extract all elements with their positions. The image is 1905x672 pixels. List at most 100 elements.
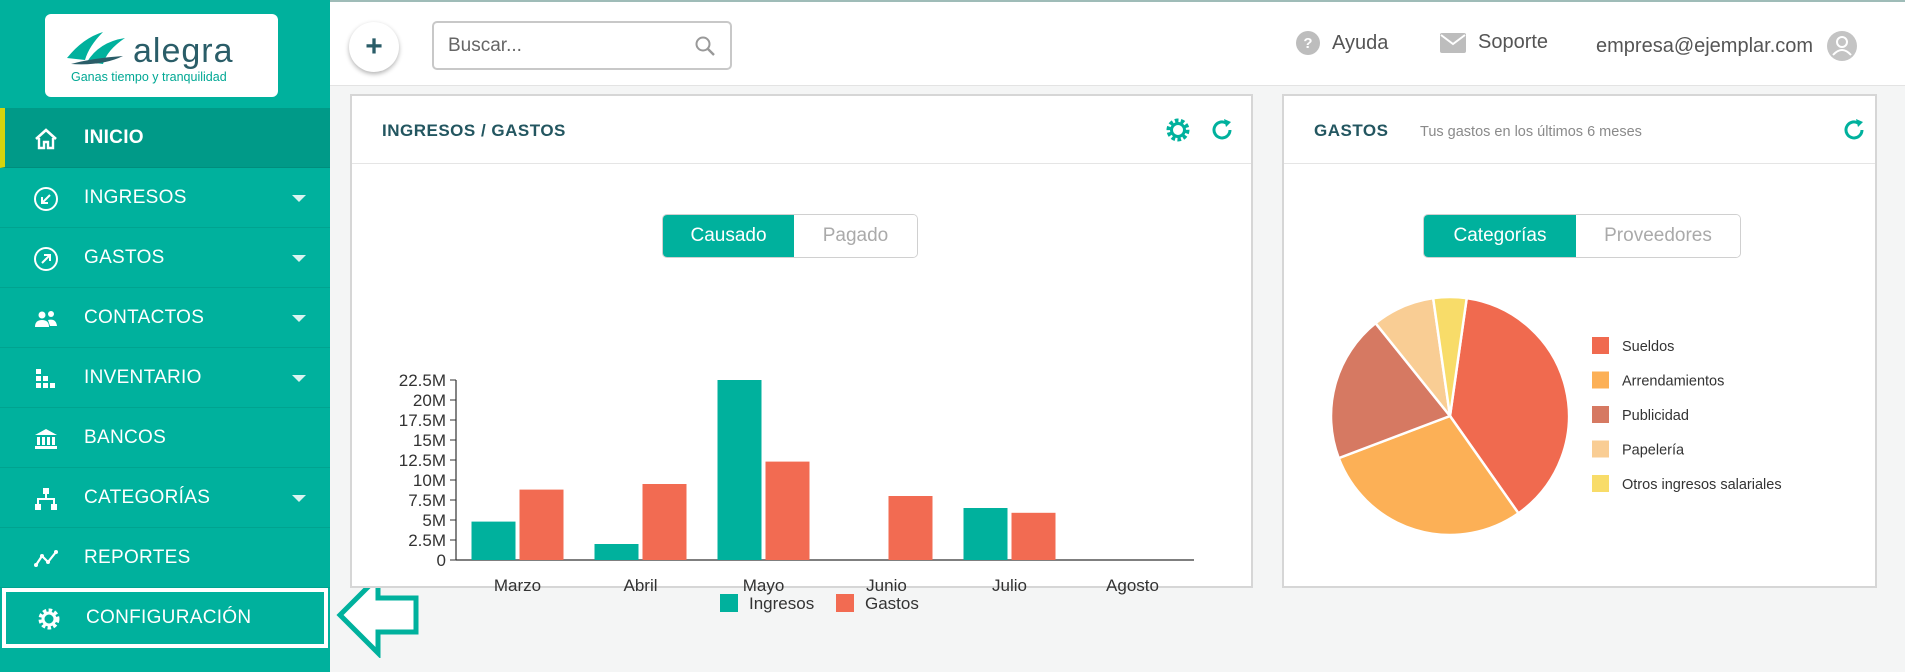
y-tick-label: 0 <box>437 551 446 570</box>
chevron-down-icon[interactable] <box>292 255 306 262</box>
chevron-down-icon[interactable] <box>292 315 306 322</box>
y-tick-label: 15M <box>413 431 446 450</box>
legend-swatch <box>1592 475 1609 492</box>
y-tick-label: 7.5M <box>408 491 446 510</box>
pie-legend-item[interactable]: Sueldos <box>1592 337 1674 355</box>
sidebar-item-configuracion[interactable]: CONFIGURACIÓN <box>2 588 328 648</box>
sidebar-item-label: CONTACTOS <box>84 306 205 328</box>
legend-swatch <box>836 594 854 612</box>
brand-logo[interactable]: alegra Ganas tiempo y tranquilidad <box>45 14 278 97</box>
x-tick-label: Junio <box>866 576 907 595</box>
legend-label: Publicidad <box>1622 408 1689 424</box>
y-tick-label: 5M <box>422 511 446 530</box>
gear-icon[interactable] <box>1165 117 1191 148</box>
sidebar-item-ingresos[interactable]: INGRESOS <box>0 168 330 228</box>
toggle-categorias[interactable]: Categorías <box>1424 215 1576 257</box>
brand-tagline: Ganas tiempo y tranquilidad <box>71 70 227 84</box>
pie-legend-item[interactable]: Otros ingresos salariales <box>1592 475 1782 493</box>
sidebar-item-label: REPORTES <box>84 546 191 568</box>
legend-label: Gastos <box>865 594 919 613</box>
categories-icon <box>33 486 59 512</box>
search-icon[interactable] <box>694 35 716 62</box>
help-link[interactable]: ? Ayuda <box>1296 31 1388 55</box>
y-tick-label: 2.5M <box>408 531 446 550</box>
bar-gastos[interactable] <box>519 489 564 560</box>
user-menu[interactable]: empresa@ejemplar.com <box>1596 31 1869 61</box>
refresh-icon[interactable] <box>1841 117 1867 148</box>
legend-swatch <box>1592 371 1609 389</box>
brand-name: alegra <box>133 32 234 70</box>
bank-icon <box>33 426 59 452</box>
y-tick-label: 10M <box>413 471 446 490</box>
refresh-icon[interactable] <box>1209 117 1235 148</box>
toggle-pagado[interactable]: Pagado <box>794 215 917 257</box>
sidebar: alegra Ganas tiempo y tranquilidad INICI… <box>0 0 330 672</box>
legend-swatch <box>1592 406 1609 423</box>
support-link[interactable]: Soporte <box>1440 31 1548 54</box>
card-title: INGRESOS / GASTOS <box>382 121 566 140</box>
contacts-icon <box>33 306 59 332</box>
help-label: Ayuda <box>1332 31 1389 54</box>
sidebar-item-inicio[interactable]: INICIO <box>0 108 330 168</box>
top-bar: + ? Ayuda Soporte empresa@ejemplar.com <box>330 0 1905 86</box>
pie-chart: Sueldos Arrendamientos Publicidad Papelería… <box>1329 296 1782 537</box>
legend-label: Papelería <box>1622 443 1685 459</box>
sidebar-item-contactos[interactable]: CONTACTOS <box>0 288 330 348</box>
home-icon <box>33 126 59 152</box>
toggle-causado[interactable]: Causado <box>663 215 794 257</box>
search-box <box>432 21 732 70</box>
pie-legend-item[interactable]: Arrendamientos <box>1592 371 1724 390</box>
help-icon: ? <box>1296 31 1320 55</box>
pie-legend-item[interactable]: Publicidad <box>1592 406 1689 424</box>
card-title: GASTOS <box>1314 121 1389 140</box>
causado-pagado-toggle: Causado Pagado <box>662 214 918 258</box>
legend-label: Otros ingresos salariales <box>1622 477 1782 493</box>
income-expense-card: INGRESOS / GASTOS Causado Pagado 0 2.5M 5M… <box>350 94 1253 613</box>
bar-gastos[interactable] <box>1011 512 1056 560</box>
bar-ingresos[interactable] <box>594 544 639 560</box>
sidebar-item-categorias[interactable]: CATEGORÍAS <box>0 468 330 528</box>
legend-item-ingresos[interactable]: Ingresos <box>720 594 814 613</box>
search-input[interactable] <box>448 33 688 59</box>
pie-legend-item[interactable]: Papelería <box>1592 440 1685 459</box>
sidebar-item-label: INICIO <box>84 126 144 148</box>
bar-gastos[interactable] <box>642 484 687 560</box>
legend-item-gastos[interactable]: Gastos <box>836 594 919 613</box>
bar-gastos[interactable] <box>888 496 933 560</box>
x-tick-label: Abril <box>623 576 657 595</box>
sidebar-item-label: CONFIGURACIÓN <box>86 607 252 628</box>
bar-ingresos[interactable] <box>717 380 762 560</box>
chevron-down-icon[interactable] <box>292 495 306 502</box>
svg-text:?: ? <box>1303 35 1312 52</box>
card-header: GASTOS Tus gastos en los últimos 6 meses <box>1284 96 1875 164</box>
income-icon <box>33 186 59 212</box>
sidebar-item-inventario[interactable]: INVENTARIO <box>0 348 330 408</box>
x-tick-label: Marzo <box>494 576 541 595</box>
add-button[interactable]: + <box>349 22 399 72</box>
sidebar-item-label: CATEGORÍAS <box>84 486 211 508</box>
user-email: empresa@ejemplar.com <box>1596 34 1814 57</box>
chevron-down-icon[interactable] <box>292 195 306 202</box>
support-label: Soporte <box>1478 31 1549 53</box>
chevron-down-icon[interactable] <box>292 375 306 382</box>
bar-ingresos[interactable] <box>471 521 516 560</box>
legend-swatch <box>1592 337 1609 354</box>
sidebar-item-reportes[interactable]: REPORTES <box>0 528 330 588</box>
x-tick-label: Agosto <box>1106 576 1159 595</box>
reports-icon <box>33 546 59 572</box>
y-tick-label: 12.5M <box>399 451 446 470</box>
bar-gastos[interactable] <box>765 461 810 560</box>
legend-label: Arrendamientos <box>1622 374 1724 390</box>
x-tick-label: Mayo <box>743 576 785 595</box>
sidebar-item-gastos[interactable]: GASTOS <box>0 228 330 288</box>
legend-swatch <box>720 594 738 612</box>
alegra-logo-icon <box>67 32 125 65</box>
gear-icon <box>36 606 62 632</box>
sidebar-nav: INICIO INGRESOS GASTOS CONTACTOS INVENTA… <box>0 108 330 648</box>
bar-ingresos[interactable] <box>963 508 1008 560</box>
sidebar-item-label: GASTOS <box>84 246 165 268</box>
card-subtitle: Tus gastos en los últimos 6 meses <box>1420 124 1642 140</box>
toggle-proveedores[interactable]: Proveedores <box>1576 215 1740 257</box>
sidebar-item-bancos[interactable]: BANCOS <box>0 408 330 468</box>
y-tick-label: 20M <box>413 391 446 410</box>
